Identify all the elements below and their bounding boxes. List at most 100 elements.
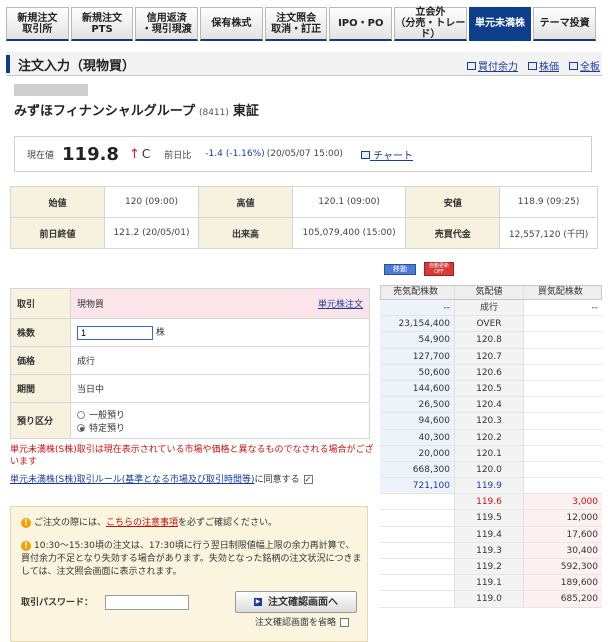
order-book-row: 119.0 685,200 — [380, 591, 602, 608]
warning-icon: ! — [21, 541, 31, 551]
price-cell: 成行 — [454, 300, 524, 316]
price-cell: 119.0 — [454, 591, 524, 607]
bid-qty-cell — [524, 413, 602, 429]
tab-margin-settlement[interactable]: 信用返済 ・現引現渡 — [135, 7, 199, 41]
play-icon: ▶ — [254, 598, 262, 606]
tab-new-order-exchange[interactable]: 新規注文 取引所 — [6, 7, 69, 41]
stock-name: みずほフィナンシャルグループ (8411) 東証 — [14, 104, 259, 119]
table-row: 価格 成行 — [10, 346, 370, 375]
price-cell: 120.4 — [454, 397, 524, 413]
ask-qty-cell: -- — [380, 300, 454, 316]
ask-qty-cell: 40,300 — [380, 429, 454, 445]
price-cell: 119.5 — [454, 510, 524, 526]
tab-order-inquiry[interactable]: 注文照会 取消・訂正 — [264, 7, 328, 41]
price-cell: 120.2 — [454, 429, 524, 445]
deposit-specific-option[interactable]: 特定預り — [77, 421, 363, 434]
move-button[interactable]: 移動 — [384, 264, 416, 275]
bid-qty-cell: 685,200 — [524, 591, 602, 607]
tab-ipo-po[interactable]: IPO・PO — [329, 7, 393, 41]
radio-specific[interactable] — [77, 424, 85, 432]
notice-box: ! ご注文の際には、こちらの注意事項を必ずご確認ください。 ! 10:30～15:3… — [10, 506, 368, 642]
deposit-general-option[interactable]: 一般預り — [77, 408, 363, 421]
redacted-text — [14, 84, 88, 96]
ask-qty-cell: 144,600 — [380, 380, 454, 397]
tab-holdings[interactable]: 保有株式 — [200, 7, 263, 41]
ask-qty-cell: 50,600 — [380, 364, 454, 380]
page-title: 注文入力（現物買） — [18, 59, 136, 74]
title-links: 買付余力 株価 全板 — [467, 58, 600, 73]
price-cell: 120.7 — [454, 348, 524, 364]
odd-lot-rules-link[interactable]: 単元未満株(S株)取引ルール(基準となる市場及び取引時間等) — [10, 475, 255, 485]
bid-qty-cell — [524, 348, 602, 364]
order-book-row: 94,600 120.3 — [380, 413, 602, 430]
chart-link[interactable]: チャート — [360, 147, 413, 162]
price-cell: 119.3 — [454, 542, 524, 558]
ask-qty-cell — [380, 559, 454, 575]
order-book-row: 23,154,400 OVER — [380, 316, 602, 333]
quantity-input[interactable] — [77, 325, 153, 340]
notice-line-2: ! 10:30～15:30頃の注文は、17:30頃に行う翌日制限値幅上限の余力再計… — [21, 541, 362, 577]
current-price: 119.8 — [62, 143, 119, 165]
price-cell: 120.3 — [454, 413, 524, 429]
ask-qty-cell — [380, 575, 454, 591]
price-cell: 120.6 — [454, 364, 524, 380]
order-form: 取引 現物買 単元株注文 株数 株 価格 成行 期間 当日中 預り区分 一般預り… — [10, 288, 370, 439]
order-book-row: 40,300 120.2 — [380, 429, 602, 446]
ask-qty-cell: 721,100 — [380, 478, 454, 494]
ask-qty-cell — [380, 591, 454, 607]
trade-password-input[interactable] — [105, 595, 189, 610]
ask-qty-cell: 94,600 — [380, 413, 454, 429]
table-row: 預り区分 一般預り 特定預り — [10, 402, 370, 439]
order-book-row: 20,000 120.1 — [380, 445, 602, 462]
bid-qty-cell — [524, 478, 602, 494]
warning-icon: ! — [21, 518, 31, 528]
order-confirm-button[interactable]: ▶ 注文確認画面へ — [235, 591, 357, 613]
chart-icon — [360, 150, 370, 159]
tab-odd-lot[interactable]: 単元未満株 — [468, 7, 532, 41]
up-arrow-icon: ↑ — [128, 146, 140, 162]
unit-stock-order-link[interactable]: 単元株注文 — [318, 297, 363, 310]
quote-summary-table: 始値 120 (09:00) 高値 120.1 (09:00) 安値 118.9… — [10, 186, 598, 249]
caution-link[interactable]: こちらの注意事項 — [106, 518, 178, 528]
bid-qty-cell — [524, 397, 602, 413]
bid-qty-cell — [524, 316, 602, 332]
price-box: 現在値 119.8 ↑ C 前日比 -1.4 (-1.16%) (20/05/0… — [14, 136, 592, 172]
skip-confirm-checkbox[interactable] — [340, 618, 350, 627]
price-cell: 119.1 — [454, 575, 524, 591]
auto-refresh-button[interactable]: 自動更新 OFF — [424, 262, 454, 276]
ask-qty-cell: 26,500 — [380, 397, 454, 413]
bid-qty-cell: 17,600 — [524, 526, 602, 542]
ask-qty-cell: 23,154,400 — [380, 316, 454, 332]
order-book-row: -- 成行 -- — [380, 300, 602, 317]
skip-confirm-row: 注文確認画面を省略 — [255, 617, 350, 630]
ask-qty-cell — [380, 510, 454, 526]
bid-qty-cell — [524, 445, 602, 461]
bid-qty-cell: 592,300 — [524, 559, 602, 575]
table-row: 取引 現物買 単元株注文 — [10, 288, 370, 319]
password-label: 取引パスワード： — [21, 598, 94, 608]
buying-power-link[interactable]: 買付余力 — [467, 58, 518, 73]
odd-lot-warning: 単元未満株(S株)取引は現在表示されている市場や価格と異なるものでなされる場合が… — [10, 445, 374, 467]
order-book-row: 144,600 120.5 — [380, 380, 602, 398]
window-icon — [528, 61, 537, 70]
bid-qty-cell — [524, 429, 602, 445]
order-book-row: 119.4 17,600 — [380, 526, 602, 543]
price-cell: OVER — [454, 316, 524, 332]
price-cell: 120.5 — [454, 380, 524, 397]
order-book: 売気配株数 気配値 買気配株数 -- 成行 -- 23,154,400 OVER 54,9… — [380, 285, 602, 608]
radio-general[interactable] — [77, 411, 85, 419]
ask-qty-cell: 20,000 — [380, 445, 454, 461]
full-board-link[interactable]: 全板 — [569, 58, 600, 73]
agree-checkbox[interactable]: ✓ — [303, 475, 313, 484]
tab-new-order-pts[interactable]: 新規注文 PTS — [70, 7, 134, 41]
window-icon — [569, 61, 578, 70]
notice-line-1: ! ご注文の際には、こちらの注意事項を必ずご確認ください。 — [21, 517, 277, 530]
stock-price-link[interactable]: 株価 — [528, 58, 559, 73]
order-book-row: 668,300 120.0 — [380, 461, 602, 479]
price-cell: 119.2 — [454, 559, 524, 575]
rule-agree-row: 単元未満株(S株)取引ルール(基準となる市場及び取引時間等)に同意する ✓ — [10, 475, 313, 485]
tab-off-floor[interactable]: 立会外 （分売・トレード） — [394, 7, 467, 41]
ask-qty-cell: 54,900 — [380, 332, 454, 348]
tab-theme-invest[interactable]: テーマ投資 — [533, 7, 596, 41]
ask-qty-cell — [380, 526, 454, 542]
